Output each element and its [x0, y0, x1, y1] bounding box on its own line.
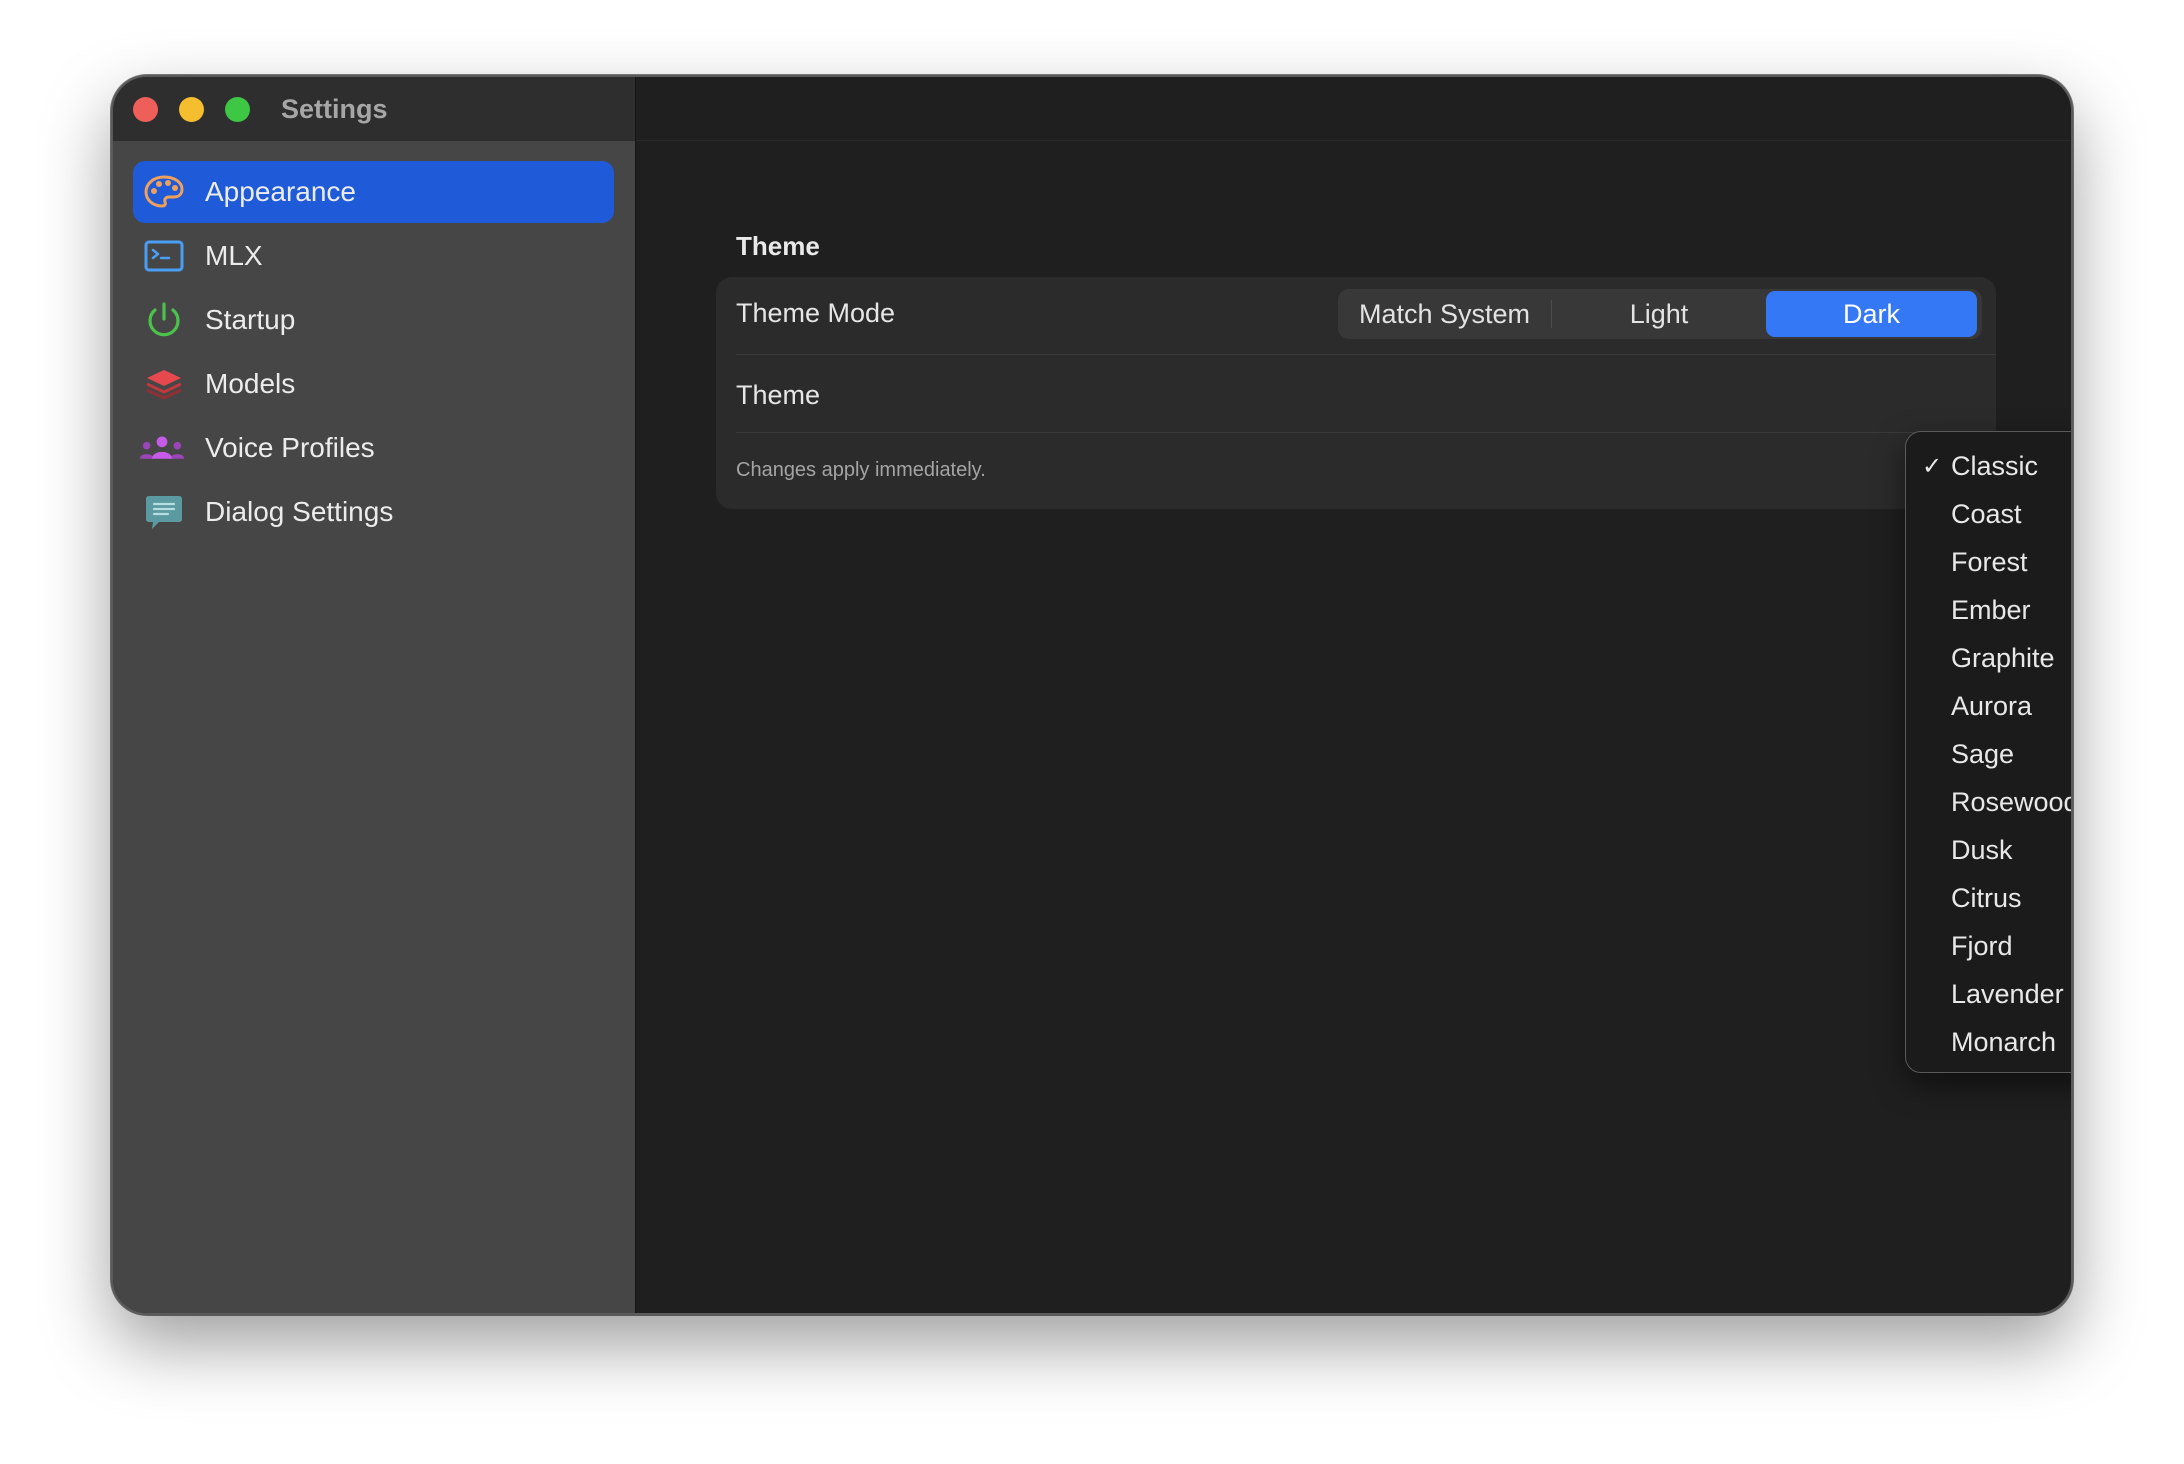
- menu-item-label: Monarch: [1951, 1026, 2057, 1057]
- menu-item-label: Ember: [1951, 594, 2031, 625]
- settings-window: Settings Appearance MLX Startup Models V…: [111, 75, 2073, 1315]
- theme-mode-segmented-control: Match System Light Dark: [1338, 289, 1982, 339]
- menu-item-label: Sage: [1951, 738, 2015, 769]
- theme-mode-match-system[interactable]: Match System: [1338, 291, 1551, 337]
- zoom-window-button[interactable]: [225, 97, 250, 122]
- theme-option-monarch[interactable]: Monarch: [1906, 1018, 2071, 1066]
- theme-mode-dark[interactable]: Dark: [1766, 291, 1977, 337]
- sidebar-item-models[interactable]: Models: [133, 353, 614, 415]
- sidebar: Settings Appearance MLX Startup Models V…: [113, 77, 636, 1313]
- theme-option-aurora[interactable]: Aurora: [1906, 682, 2071, 730]
- menu-item-label: Classic: [1951, 450, 2039, 481]
- sidebar-item-dialog-settings[interactable]: Dialog Settings: [133, 481, 614, 543]
- palette-icon: [143, 172, 185, 212]
- sidebar-nav: Appearance MLX Startup Models Voice Prof…: [133, 161, 614, 545]
- theme-option-rosewood[interactable]: Rosewood: [1906, 778, 2073, 826]
- sidebar-item-label: MLX: [205, 240, 263, 271]
- theme-option-sage[interactable]: Sage: [1906, 730, 2071, 778]
- menu-item-label: Citrus: [1951, 882, 2022, 913]
- menu-item-label: Forest: [1951, 546, 2028, 577]
- menu-item-label: Lavender Mist: [1951, 978, 2071, 1009]
- people-icon: [139, 428, 185, 468]
- theme-option-ember[interactable]: Ember: [1906, 586, 2071, 634]
- theme-option-forest[interactable]: Forest: [1906, 538, 2071, 586]
- menu-item-label: Fjord: [1951, 930, 2013, 961]
- terminal-icon: [143, 236, 185, 276]
- minimize-window-button[interactable]: [179, 97, 204, 122]
- row-divider: [736, 432, 1996, 433]
- sidebar-item-label: Models: [205, 368, 296, 399]
- menu-item-label: Aurora: [1951, 690, 2033, 721]
- sidebar-item-appearance[interactable]: Appearance: [133, 161, 614, 223]
- titlebar-main: [636, 77, 2071, 141]
- hint-text: Changes apply immediately.: [736, 459, 986, 481]
- sidebar-item-label: Dialog Settings: [205, 496, 394, 527]
- menu-item-label: Graphite: [1951, 642, 2055, 673]
- settings-content: Theme Theme Mode Match System Light Dark…: [636, 141, 2071, 1313]
- menu-item-label: Dusk: [1951, 834, 2013, 865]
- theme-dropdown-menu: ✓ Classic Coast Forest Ember Graphite Au…: [1905, 431, 2073, 1073]
- theme-option-fjord[interactable]: Fjord: [1906, 922, 2071, 970]
- theme-mode-label: Theme Mode: [736, 298, 896, 328]
- window-title: Settings: [281, 94, 388, 124]
- chat-bubble-icon: [143, 492, 185, 532]
- theme-option-graphite[interactable]: Graphite: [1906, 634, 2071, 682]
- checkmark-icon: ✓: [1922, 452, 1943, 480]
- theme-mode-light[interactable]: Light: [1552, 291, 1766, 337]
- menu-item-label: Rosewood: [1951, 786, 2073, 817]
- theme-label: Theme: [736, 380, 821, 410]
- row-divider: [736, 354, 1996, 355]
- sidebar-item-startup[interactable]: Startup: [133, 289, 614, 351]
- theme-option-coast[interactable]: Coast: [1906, 490, 2071, 538]
- layers-icon: [143, 364, 185, 404]
- sidebar-item-label: Startup: [205, 304, 296, 335]
- section-title: Theme: [736, 231, 820, 261]
- theme-option-citrus[interactable]: Citrus: [1906, 874, 2071, 922]
- theme-settings-card: Theme Mode Match System Light Dark Theme…: [716, 277, 1996, 509]
- power-icon: [143, 300, 185, 340]
- theme-option-classic[interactable]: ✓ Classic: [1906, 442, 2071, 490]
- menu-item-label: Coast: [1951, 498, 2022, 529]
- close-window-button[interactable]: [133, 97, 158, 122]
- sidebar-item-voice-profiles[interactable]: Voice Profiles: [133, 417, 614, 479]
- sidebar-item-mlx[interactable]: MLX: [133, 225, 614, 287]
- sidebar-item-label: Appearance: [205, 176, 357, 207]
- theme-option-lavender-mist[interactable]: Lavender Mist: [1906, 970, 2071, 1018]
- sidebar-item-label: Voice Profiles: [205, 432, 375, 463]
- theme-option-dusk[interactable]: Dusk: [1906, 826, 2071, 874]
